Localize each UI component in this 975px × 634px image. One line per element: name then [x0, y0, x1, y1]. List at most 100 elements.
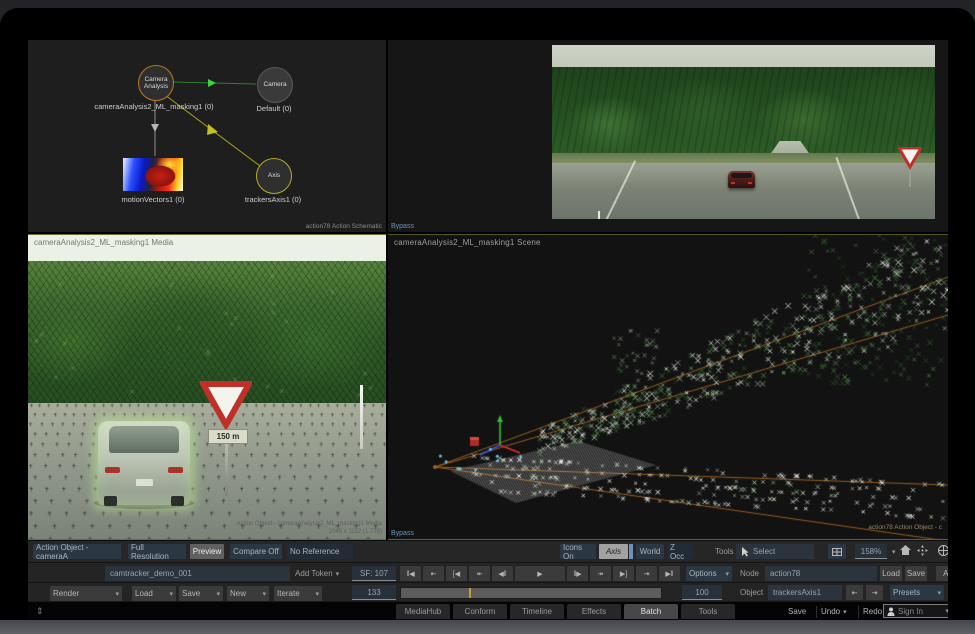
- transport-go-start-button[interactable]: ‖◀: [400, 566, 421, 581]
- camera-analysis-node[interactable]: Camera Analysis: [138, 65, 174, 101]
- preview-button[interactable]: Preview: [190, 544, 224, 559]
- workspace-bar: ⇕ MediaHub Conform Timeline Effects Batc…: [28, 601, 948, 620]
- add-token-dropdown[interactable]: Add Token ▾: [295, 566, 339, 581]
- caret-down-icon: ▾: [169, 590, 173, 598]
- caret-down-icon: ▾: [725, 570, 729, 578]
- select-tool-dropdown[interactable]: Select: [736, 544, 814, 559]
- compare-off-button[interactable]: Compare Off: [230, 544, 282, 559]
- node-name-field[interactable]: action78: [765, 566, 877, 581]
- zoom-level-field[interactable]: 158%: [855, 544, 887, 559]
- prev-object-button[interactable]: ⇤: [846, 585, 863, 600]
- action-object-button[interactable]: Action Object - cameraA: [33, 544, 121, 559]
- zoom-caret[interactable]: ▾: [889, 544, 896, 559]
- object-label: Object: [740, 585, 763, 600]
- transport-step-forward-button[interactable]: ‖▶: [567, 566, 588, 581]
- monitor-frame: Camera Analysis Camera Axis cameraAnalys…: [0, 8, 975, 620]
- caret-down-icon: ▾: [336, 570, 340, 578]
- divider: [858, 606, 859, 618]
- desk-surface: [0, 620, 975, 634]
- result-bypass-indicator: Bypass: [391, 223, 414, 230]
- add-token-label: Add Token: [295, 569, 333, 578]
- road-marker-post: [598, 211, 600, 219]
- media-overlay-line1: Action Object - cameraAnalysis2_ML_maski…: [237, 520, 382, 528]
- transport-go-end-button[interactable]: ⇥: [636, 566, 657, 581]
- auto-button-clipped[interactable]: Au: [936, 566, 948, 581]
- presets-dropdown[interactable]: Presets ▾: [890, 585, 944, 600]
- video-trees: [552, 67, 935, 163]
- caret-down-icon: ▾: [892, 548, 896, 556]
- current-frame-field[interactable]: 133: [352, 585, 396, 600]
- icons-on-button[interactable]: Icons On: [560, 544, 596, 559]
- result-video: [552, 45, 935, 219]
- camera-node[interactable]: Camera: [257, 67, 293, 103]
- start-frame-field[interactable]: SF: 107: [352, 566, 396, 581]
- end-frame-field[interactable]: 100: [682, 585, 722, 600]
- grid-icon: [832, 548, 842, 556]
- resize-handle-icon[interactable]: ⇕: [36, 604, 44, 619]
- options-dropdown[interactable]: Options ▾: [686, 566, 732, 581]
- transport-play-button[interactable]: ▶: [515, 566, 565, 581]
- media-viewport[interactable]: 150 m cameraAnalysis2_ML_masking1 Media …: [28, 234, 386, 540]
- transport-go-last-button[interactable]: ▶‖: [659, 566, 680, 581]
- new-setup-dropdown[interactable]: New ▾: [227, 586, 269, 601]
- pan-view-button[interactable]: [917, 545, 928, 556]
- render-row: Render ▾ Load ▾ Save ▾ New ▾ Iterate ▾: [28, 582, 948, 602]
- iterate-label: Iterate: [277, 589, 300, 598]
- presets-label: Presets: [893, 588, 920, 597]
- home-view-button[interactable]: [900, 545, 911, 555]
- layout-grid-button[interactable]: [828, 544, 846, 559]
- render-dropdown[interactable]: Render ▾: [50, 586, 122, 601]
- transport-prev-key-button[interactable]: ⇤: [423, 566, 444, 581]
- axis-mode-indicator: [629, 544, 633, 559]
- caret-down-icon: ▾: [315, 590, 319, 598]
- tab-conform[interactable]: Conform: [453, 604, 507, 619]
- axis-mode-button[interactable]: Axis: [599, 544, 628, 559]
- motion-vectors-thumbnail[interactable]: [123, 158, 183, 191]
- transport-next-key-button[interactable]: ↠: [590, 566, 611, 581]
- playhead[interactable]: [469, 588, 471, 598]
- tab-batch[interactable]: Batch: [624, 604, 678, 619]
- schematic-viewport[interactable]: Camera Analysis Camera Axis cameraAnalys…: [28, 40, 386, 232]
- tab-tools[interactable]: Tools: [681, 604, 735, 619]
- transport-step-back-button[interactable]: ↞: [469, 566, 490, 581]
- setup-name-field[interactable]: camtracker_demo_001: [105, 566, 290, 581]
- z-occ-button[interactable]: Z Occ: [667, 544, 693, 559]
- new-label: New: [230, 589, 246, 598]
- caret-down-icon: ▾: [216, 590, 220, 598]
- session-save-button[interactable]: Save: [788, 604, 806, 619]
- render-label: Render: [53, 589, 79, 598]
- iterate-dropdown[interactable]: Iterate ▾: [274, 586, 322, 601]
- scene-view-title: cameraAnalysis2_ML_masking1 Scene: [394, 238, 541, 247]
- scene-viewport[interactable]: cameraAnalysis2_ML_masking1 Scene Bypass…: [388, 234, 948, 540]
- undo-dropdown[interactable]: Undo ▾: [821, 604, 847, 619]
- load-setup-dropdown[interactable]: Load ▾: [132, 586, 176, 601]
- timeline-scrubber[interactable]: [400, 587, 662, 599]
- transport-next-cut-button[interactable]: ▶]: [613, 566, 634, 581]
- axis-node[interactable]: Axis: [256, 158, 292, 194]
- tab-timeline[interactable]: Timeline: [510, 604, 564, 619]
- full-resolution-button[interactable]: Full Resolution: [128, 544, 186, 559]
- no-reference-dropdown[interactable]: No Reference: [287, 544, 353, 559]
- tab-effects[interactable]: Effects: [567, 604, 621, 619]
- node-save-button[interactable]: Save: [905, 566, 927, 581]
- tools-label: Tools: [715, 544, 734, 559]
- world-button[interactable]: World: [636, 544, 664, 559]
- next-object-button[interactable]: ⇥: [866, 585, 883, 600]
- yield-sign: [898, 147, 922, 187]
- result-viewport[interactable]: Bypass: [388, 40, 948, 232]
- global-view-button[interactable]: [938, 545, 948, 556]
- object-name-field[interactable]: trackersAxis1: [768, 585, 842, 600]
- scene-bypass-indicator: Bypass: [391, 530, 414, 537]
- transport-play-reverse-button[interactable]: ◀‖: [492, 566, 513, 581]
- node-load-button[interactable]: Load: [880, 566, 902, 581]
- sign-in-dropdown[interactable]: Sign In ▾: [883, 604, 948, 618]
- home-icon: [900, 545, 911, 555]
- save-setup-dropdown[interactable]: Save ▾: [179, 586, 223, 601]
- transport-prev-cut-button[interactable]: [◀: [446, 566, 467, 581]
- caret-down-icon: ▾: [115, 590, 119, 598]
- select-tool-label: Select: [753, 547, 775, 556]
- caret-down-icon: ▾: [262, 590, 266, 598]
- user-icon: [887, 607, 895, 616]
- tab-mediahub[interactable]: MediaHub: [396, 604, 450, 619]
- media-overlay-line2: 2048 x 1152 (1.778): [237, 528, 382, 536]
